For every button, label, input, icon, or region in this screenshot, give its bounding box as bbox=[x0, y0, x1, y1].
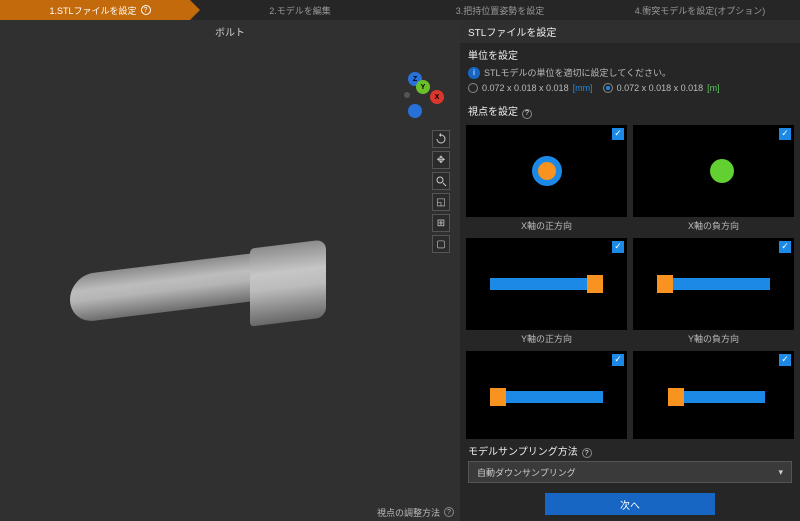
settings-panel: STLファイルを設定 単位を設定 i STLモデルの単位を適切に設定してください… bbox=[460, 20, 800, 521]
gizmo-center bbox=[404, 92, 410, 98]
info-icon: i bbox=[468, 67, 480, 79]
footer-label: 視点の調整方法 bbox=[377, 506, 440, 519]
viewport-tools: ✥ ◱ ⊞ ▢ bbox=[432, 130, 450, 253]
units-info-text: STLモデルの単位を適切に設定してください。 bbox=[484, 66, 671, 79]
view-z-neg[interactable]: ✓ Z軸の負方向 bbox=[633, 351, 794, 439]
unit-radios: 0.072 x 0.018 x 0.018 [mm] 0.072 x 0.018… bbox=[468, 83, 792, 93]
step-3[interactable]: 3.把持位置姿勢を設定 bbox=[400, 0, 600, 20]
dimension: 0.072 x 0.018 x 0.018 bbox=[482, 83, 569, 93]
unit-m: [m] bbox=[707, 83, 720, 93]
gizmo-back[interactable] bbox=[408, 104, 422, 118]
rotate-tool[interactable] bbox=[432, 130, 450, 148]
gizmo-x[interactable]: X bbox=[430, 90, 444, 104]
pan-tool[interactable]: ✥ bbox=[432, 151, 450, 169]
dimension: 0.072 x 0.018 x 0.018 bbox=[617, 83, 704, 93]
zoom-tool[interactable] bbox=[432, 172, 450, 190]
next-button[interactable]: 次へ bbox=[545, 493, 715, 515]
view-label: X軸の負方向 bbox=[633, 217, 794, 232]
view-label: Y軸の負方向 bbox=[633, 330, 794, 345]
radio-icon bbox=[468, 83, 478, 93]
view-y-neg[interactable]: ✓ Y軸の負方向 bbox=[633, 238, 794, 345]
step-4[interactable]: 4.衝突モデルを設定(オプション) bbox=[600, 0, 800, 20]
panel-title: STLファイルを設定 bbox=[460, 20, 800, 43]
step-2[interactable]: 2.モデルを編集 bbox=[200, 0, 400, 20]
fit-tool[interactable]: ◱ bbox=[432, 193, 450, 211]
step-label: 1.STLファイルを設定 bbox=[49, 4, 136, 17]
radio-icon bbox=[603, 83, 613, 93]
help-icon[interactable]: ? bbox=[582, 448, 592, 458]
view-label: X軸の正方向 bbox=[466, 217, 627, 232]
step-1[interactable]: 1.STLファイルを設定? bbox=[0, 0, 200, 20]
object-name: ボルト bbox=[0, 20, 460, 43]
panel-footer: 次へ bbox=[460, 487, 800, 521]
units-title: 単位を設定 bbox=[468, 51, 518, 62]
view-z-pos[interactable]: ✓ Z軸の正方向 bbox=[466, 351, 627, 439]
step-label: 2.モデルを編集 bbox=[269, 4, 331, 17]
sampling-title: モデルサンプリング方法 bbox=[468, 447, 578, 458]
unit-mm: [mm] bbox=[573, 83, 593, 93]
check-icon[interactable]: ✓ bbox=[779, 354, 791, 366]
orientation-gizmo[interactable]: Z Y X bbox=[392, 72, 444, 124]
help-icon[interactable]: ? bbox=[444, 507, 454, 517]
view-y-pos[interactable]: ✓ Y軸の正方向 bbox=[466, 238, 627, 345]
sampling-value: 自動ダウンサンプリング bbox=[477, 466, 576, 479]
check-icon[interactable]: ✓ bbox=[612, 241, 624, 253]
gizmo-y[interactable]: Y bbox=[416, 80, 430, 94]
units-info: i STLモデルの単位を適切に設定してください。 bbox=[468, 66, 792, 79]
step-label: 4.衝突モデルを設定(オプション) bbox=[635, 4, 766, 17]
view-x-neg[interactable]: ✓ X軸の負方向 bbox=[633, 125, 794, 232]
unit-mm-option[interactable]: 0.072 x 0.018 x 0.018 [mm] bbox=[468, 83, 593, 93]
check-icon[interactable]: ✓ bbox=[612, 354, 624, 366]
unit-m-option[interactable]: 0.072 x 0.018 x 0.018 [m] bbox=[603, 83, 720, 93]
viewport-footer: 視点の調整方法 ? bbox=[371, 503, 460, 521]
wizard-steps: 1.STLファイルを設定? 2.モデルを編集 3.把持位置姿勢を設定 4.衝突モ… bbox=[0, 0, 800, 20]
help-icon[interactable]: ? bbox=[141, 5, 151, 15]
check-icon[interactable]: ✓ bbox=[779, 241, 791, 253]
help-icon[interactable]: ? bbox=[522, 109, 532, 119]
check-icon[interactable]: ✓ bbox=[612, 128, 624, 140]
view-x-pos[interactable]: ✓ X軸の正方向 bbox=[466, 125, 627, 232]
view-label: Y軸の正方向 bbox=[466, 330, 627, 345]
viewport-3d[interactable]: ボルト Z Y X ✥ ◱ ⊞ ▢ 視点の調整方法 bbox=[0, 20, 460, 521]
viewpoint-grid: ✓ X軸の正方向 ✓ X軸の負方向 ✓ Y軸の正方向 ✓ Y軸の負方向 bbox=[466, 125, 794, 439]
frame-tool[interactable]: ▢ bbox=[432, 235, 450, 253]
chevron-down-icon: ▾ bbox=[778, 467, 783, 478]
sampling-section: モデルサンプリング方法? 自動ダウンサンプリング ▾ bbox=[460, 439, 800, 488]
units-section: 単位を設定 i STLモデルの単位を適切に設定してください。 0.072 x 0… bbox=[460, 43, 800, 99]
step-label: 3.把持位置姿勢を設定 bbox=[456, 4, 545, 17]
grid-tool[interactable]: ⊞ bbox=[432, 214, 450, 232]
sampling-select[interactable]: 自動ダウンサンプリング ▾ bbox=[468, 461, 792, 483]
bolt-model bbox=[70, 230, 370, 350]
viewpoint-title: 視点を設定 bbox=[468, 107, 518, 118]
check-icon[interactable]: ✓ bbox=[779, 128, 791, 140]
